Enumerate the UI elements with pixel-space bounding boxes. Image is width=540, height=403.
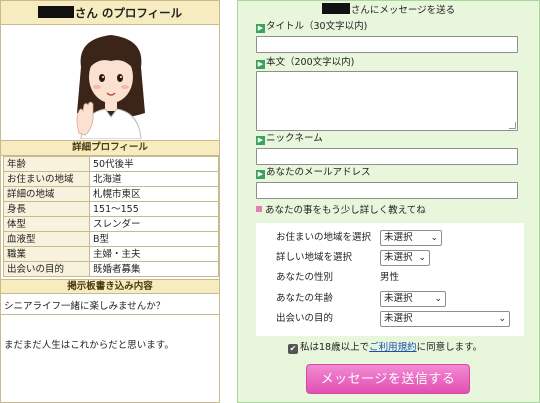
arrow-right-icon: ▶ (256, 170, 265, 179)
body-label: ▶ 本文（200文字以内) (256, 57, 354, 69)
detail-area-select-label: 詳しい地域を選択 (276, 252, 353, 263)
details-heading: 詳細プロフィール (1, 141, 219, 156)
body-textarea[interactable] (256, 71, 518, 131)
detail-label: 体型 (3, 216, 90, 232)
table-row: お住まいの地域 北海道 (3, 171, 219, 187)
purpose-select[interactable]: 未選択 ⌄ (380, 311, 510, 327)
detail-value: 北海道 (89, 171, 219, 187)
detail-label: 血液型 (3, 231, 90, 247)
body-label-text: 本文（200文字以内) (266, 57, 355, 68)
age-select-value: 未選択 (384, 293, 413, 304)
agree-text-before: 私は18歳以上で (300, 342, 370, 353)
age-select[interactable]: 未選択 ⌄ (380, 291, 446, 307)
table-row: 詳細の地域 札幌市東区 (3, 186, 219, 202)
message-title: さんにメッセージを送る (238, 1, 539, 21)
extra-info-box: お住まいの地域を選択 未選択 ⌄ 詳しい地域を選択 未選択 ⌄ あなたの性別 男性 … (256, 223, 524, 336)
board-heading: 掲示板書き込み内容 (1, 279, 219, 294)
detail-label: お住まいの地域 (3, 171, 90, 187)
gender-label: あなたの性別 (276, 272, 334, 283)
detail-label: 年齢 (3, 156, 90, 172)
nickname-input[interactable] (256, 148, 518, 165)
email-label-text: あなたのメールアドレス (266, 167, 371, 178)
agree-text-after: に同意します。 (416, 342, 483, 353)
board-post-line-1: シニアライフ一緒に楽しみませんか？ (1, 294, 219, 315)
purpose-select-value: 未選択 (384, 313, 413, 324)
bullet-square-icon (256, 206, 262, 212)
age-select-label: あなたの年齢 (276, 293, 334, 304)
avatar-illustration (76, 35, 145, 139)
detail-value: 既婚者募集 (89, 261, 219, 277)
gender-value: 男性 (380, 272, 400, 283)
table-row: 職業 主婦・主夫 (3, 246, 219, 262)
area-select-value: 未選択 (384, 232, 413, 243)
area-select[interactable]: 未選択 ⌄ (380, 230, 442, 246)
profile-photo (1, 25, 219, 141)
chevron-down-icon: ⌄ (430, 233, 438, 243)
detail-label: 出会いの目的 (3, 261, 90, 277)
email-input[interactable] (256, 182, 518, 199)
arrow-right-icon: ▶ (256, 60, 265, 69)
board-post-line-2: まだまだ人生はこれからだと思います。 (4, 340, 174, 351)
subject-input[interactable] (256, 36, 518, 53)
purpose-select-label: 出会いの目的 (276, 313, 334, 324)
arrow-right-icon: ▶ (256, 136, 265, 145)
detail-value: 50代後半 (89, 156, 219, 172)
terms-agreement: ✔ 私は18歳以上でご利用規約に同意します。 (288, 341, 482, 355)
subject-label: ▶ タイトル（30文字以内) (256, 21, 367, 33)
detail-value: スレンダー (89, 216, 219, 232)
detail-label: 身長 (3, 201, 90, 217)
table-row: 身長 151～155 (3, 201, 219, 217)
table-row: 体型 スレンダー (3, 216, 219, 232)
chevron-down-icon: ⌄ (498, 314, 506, 324)
detail-value: B型 (89, 231, 219, 247)
more-info-label: あなたの事をもう少し詳しく教えてね (256, 205, 426, 217)
arrow-right-icon: ▶ (256, 24, 265, 33)
nickname-label: ▶ ニックネーム (256, 133, 323, 145)
detail-area-select[interactable]: 未選択 ⌄ (380, 250, 430, 266)
profile-title: さん のプロフィール (1, 1, 219, 25)
area-select-label: お住まいの地域を選択 (276, 232, 372, 243)
detail-label: 職業 (3, 246, 90, 262)
detail-value: 札幌市東区 (89, 186, 219, 202)
send-message-button[interactable]: メッセージを送信する (306, 364, 470, 394)
details-table-wrap: 年齢 50代後半 お住まいの地域 北海道 詳細の地域 札幌市東区 身長 151～155 … (1, 156, 219, 277)
redacted-name (37, 6, 74, 18)
message-title-text: さんにメッセージを送る (350, 5, 456, 16)
profile-panel: さん のプロフィール 詳細プロフィール 年齢 50代後半 お住まいの地域 北海道… (0, 0, 220, 403)
table-row: 出会いの目的 既婚者募集 (3, 261, 219, 277)
redacted-name (321, 3, 350, 14)
terms-link[interactable]: ご利用規約 (369, 342, 417, 353)
chevron-down-icon: ⌄ (418, 253, 426, 263)
chevron-down-icon: ⌄ (434, 294, 442, 304)
resize-grip-icon[interactable] (509, 122, 516, 129)
details-table: 年齢 50代後半 お住まいの地域 北海道 詳細の地域 札幌市東区 身長 151～155 … (3, 156, 219, 277)
table-row: 血液型 B型 (3, 231, 219, 247)
agree-checkbox[interactable]: ✔ (288, 344, 298, 354)
detail-area-select-value: 未選択 (384, 252, 413, 263)
nickname-label-text: ニックネーム (266, 133, 323, 144)
table-row: 年齢 50代後半 (3, 156, 219, 172)
email-label: ▶ あなたのメールアドレス (256, 167, 371, 179)
subject-label-text: タイトル（30文字以内) (266, 21, 368, 32)
message-panel: さんにメッセージを送る ▶ タイトル（30文字以内) ▶ 本文（200文字以内) ▶… (237, 0, 540, 403)
more-info-label-text: あなたの事をもう少し詳しく教えてね (265, 205, 426, 216)
detail-label: 詳細の地域 (3, 186, 90, 202)
profile-title-text: さん のプロフィール (74, 6, 183, 20)
detail-value: 主婦・主夫 (89, 246, 219, 262)
detail-value: 151～155 (89, 201, 219, 217)
